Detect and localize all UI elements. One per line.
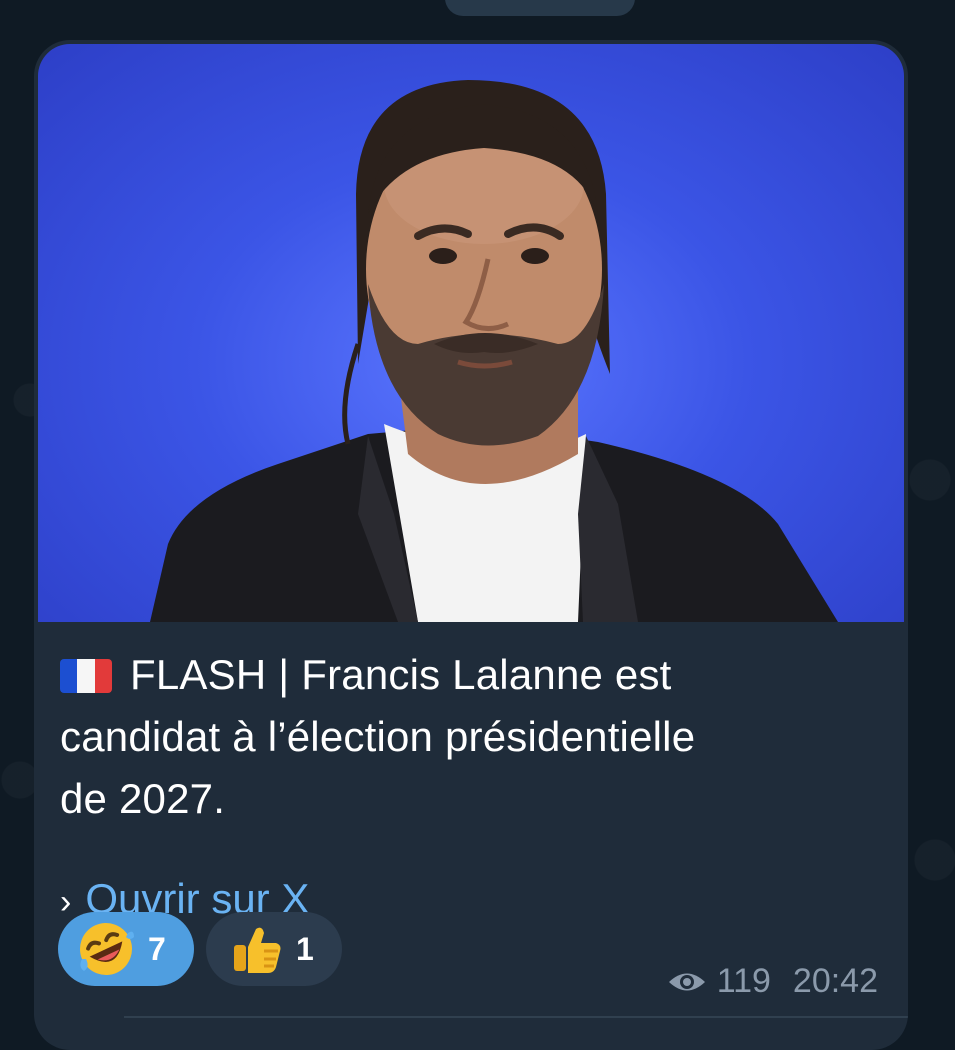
caption-title: FLASH | Francis Lalanne est [130, 651, 672, 698]
reaction-count: 1 [296, 930, 314, 967]
post-photo[interactable] [38, 44, 904, 622]
post-caption: FLASH | Francis Lalanne est candidat à l… [60, 644, 890, 830]
view-count: 119 [716, 962, 771, 1000]
caption-line-3: de 2027. [60, 775, 226, 822]
caption-line-2: candidat à l’élection présidentielle [60, 713, 696, 760]
message-time: 20:42 [792, 962, 878, 1000]
message-bubble[interactable]: FLASH | Francis Lalanne est candidat à l… [34, 40, 908, 1050]
message-meta: 119 20:42 [667, 962, 878, 1001]
chevron-right-icon: › [60, 883, 72, 921]
rolling-laughing-emoji-icon [80, 923, 134, 975]
reaction-thumbs-up[interactable]: 1 [206, 912, 342, 986]
divider [124, 1016, 908, 1018]
date-pill [445, 0, 635, 16]
france-flag-icon [60, 659, 112, 693]
eye-icon [668, 973, 705, 990]
man-portrait-image [150, 80, 838, 622]
thumbs-up-emoji-icon [234, 927, 281, 973]
reaction-count: 7 [148, 930, 166, 967]
reaction-laughing[interactable]: 7 [58, 912, 194, 986]
